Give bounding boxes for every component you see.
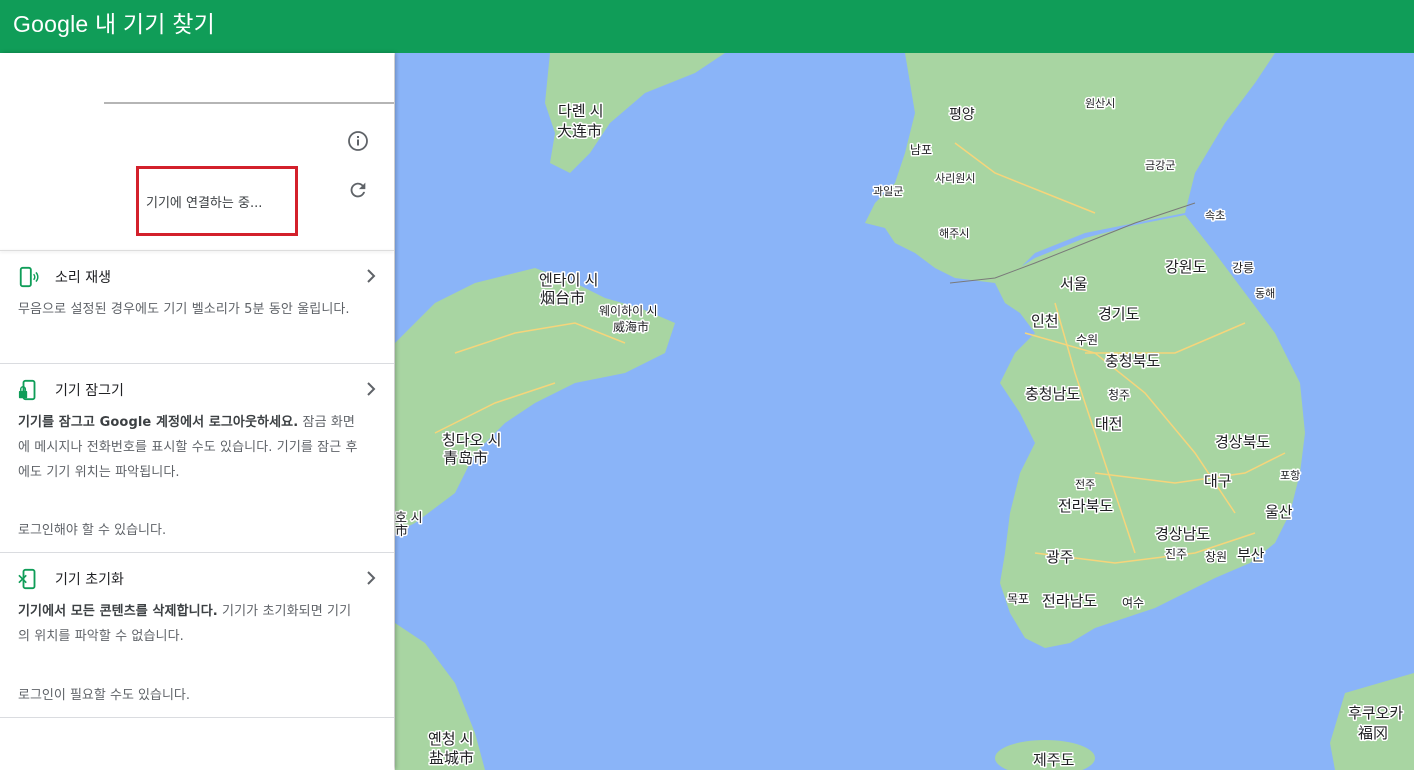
map-label: 과일군 xyxy=(873,184,903,198)
map-view[interactable]: 다롄 시 大连市 평양 원산시남포사리원시 금강군과일군속초해주시엔타이 시 烟台市 웨이하… xyxy=(395,53,1414,770)
map-label: 부산 xyxy=(1237,547,1265,564)
map-label: 충청남도 xyxy=(1025,386,1080,403)
device-tabs xyxy=(0,53,394,105)
refresh-icon[interactable] xyxy=(347,179,369,201)
erase-device-note: 로그인이 필요할 수도 있습니다. xyxy=(18,688,191,703)
erase-device-title: 기기 초기화 xyxy=(55,572,124,588)
map-label: 인천 xyxy=(1031,313,1059,330)
map-label: 원산시 xyxy=(1085,97,1115,110)
lock-device-description: 기기를 잠그고 Google 계정에서 로그아웃하세요. 잠금 화면에 메시지나… xyxy=(18,415,358,480)
chevron-right-icon xyxy=(367,269,376,283)
map-label: 목포 xyxy=(1007,592,1029,606)
map-label: 후쿠오카 xyxy=(1348,705,1403,722)
sidebar-panel: 기기에 연결하는 중... 소리 재생 무음으로 설정된 경우에도 기기 벨소리… xyxy=(0,53,394,770)
chevron-right-icon xyxy=(367,571,376,585)
map-label: 경상북도 xyxy=(1215,434,1270,451)
app-header: Google 내 기기 찾기 xyxy=(0,0,1414,53)
device-tab[interactable] xyxy=(0,53,104,104)
map-label: 경상남도 xyxy=(1155,526,1210,543)
map-label: 수원 xyxy=(1076,333,1098,347)
map-label: 강원도 xyxy=(1165,259,1207,276)
map-label: 해주시 xyxy=(939,226,969,240)
map-label: 평양 xyxy=(949,106,975,122)
map-label: 서울 xyxy=(1060,276,1088,293)
map-label: 충청북도 xyxy=(1105,353,1160,370)
map-label: 青岛市 xyxy=(443,450,488,467)
map-label: 옌청 시 xyxy=(428,731,474,748)
erase-device-description: 기기에서 모든 콘텐츠를 삭제합니다. 기기가 초기화되면 기기의 위치를 파악… xyxy=(18,604,352,644)
map-label: 경기도 xyxy=(1098,306,1140,323)
play-sound-title: 소리 재생 xyxy=(55,270,111,286)
map-label: 칭다오 시 xyxy=(442,432,501,449)
action-separator xyxy=(0,717,394,718)
connection-status: 기기에 연결하는 중... xyxy=(146,196,263,211)
map-label: 청주 xyxy=(1108,388,1130,402)
app-title: Google 내 기기 찾기 xyxy=(13,10,215,37)
play-sound-description: 무음으로 설정된 경우에도 기기 벨소리가 5분 동안 울립니다. xyxy=(18,302,350,317)
map-label: 여수 xyxy=(1122,596,1144,610)
phone-erase-icon xyxy=(18,568,36,590)
erase-device-action[interactable]: 기기 초기화 기기에서 모든 콘텐츠를 삭제합니다. 기기가 초기화되면 기기의… xyxy=(0,553,394,718)
map-label: 동해 xyxy=(1255,286,1275,300)
map-label: 전주 xyxy=(1075,478,1095,491)
map-label: 전라북도 xyxy=(1058,498,1113,515)
map-label: 광주 xyxy=(1046,549,1074,566)
map-label: 다롄 시 xyxy=(558,103,604,120)
lock-device-title: 기기 잠그기 xyxy=(55,383,124,399)
map-label: 남포 xyxy=(910,143,932,157)
map-label: 福冈 xyxy=(1358,725,1388,742)
map-label: 속초 xyxy=(1205,209,1225,222)
map-label: 사리원시 xyxy=(935,172,975,185)
map-label: 盐城市 xyxy=(429,750,474,767)
map-label: 엔타이 시 xyxy=(539,272,598,289)
info-icon[interactable] xyxy=(346,129,370,153)
map-label: 전라남도 xyxy=(1042,593,1097,610)
phone-sound-icon xyxy=(19,266,39,288)
map-label: 대전 xyxy=(1095,416,1123,433)
map-label: 강릉 xyxy=(1232,261,1254,275)
tab-underline xyxy=(104,102,394,104)
map-label: 烟台市 xyxy=(540,290,585,307)
lock-device-note: 로그인해야 할 수 있습니다. xyxy=(18,523,167,538)
phone-lock-icon xyxy=(18,379,36,401)
map-label: 大连市 xyxy=(557,123,602,140)
map-label: 제주도 xyxy=(1033,752,1075,769)
map-label: 포항 xyxy=(1280,469,1300,482)
map-label: 웨이하이 시 xyxy=(599,304,658,318)
map-label: 창원 xyxy=(1205,550,1227,564)
map-label: 진주 xyxy=(1165,547,1187,561)
play-sound-action[interactable]: 소리 재생 무음으로 설정된 경우에도 기기 벨소리가 5분 동안 울립니다. xyxy=(0,251,394,364)
map-label: 市 xyxy=(395,523,408,538)
map-label: 울산 xyxy=(1265,504,1293,521)
chevron-right-icon xyxy=(367,382,376,396)
lock-device-action[interactable]: 기기 잠그기 기기를 잠그고 Google 계정에서 로그아웃하세요. 잠금 화… xyxy=(0,364,394,553)
map-label: 威海市 xyxy=(613,319,649,334)
map-label: 금강군 xyxy=(1145,159,1175,172)
map-label: 대구 xyxy=(1204,473,1232,490)
